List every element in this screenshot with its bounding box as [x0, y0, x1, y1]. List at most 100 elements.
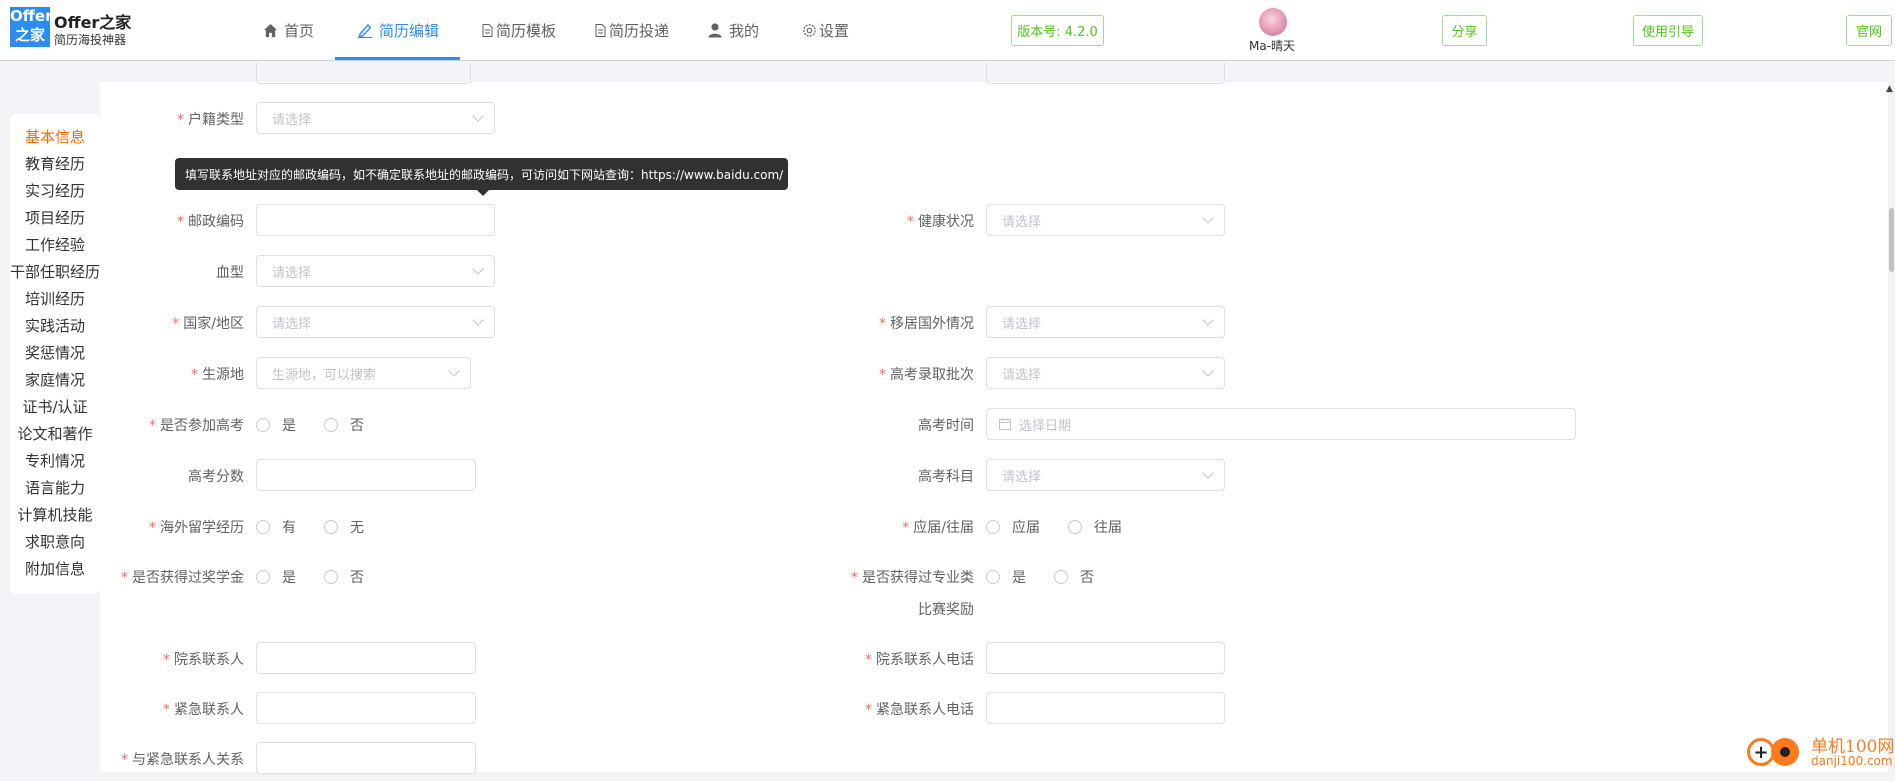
scholarship-yes-radio[interactable]: 是 — [256, 567, 296, 587]
calendar-icon — [999, 418, 1011, 430]
competition-award-no-radio[interactable]: 否 — [1054, 567, 1094, 587]
dept-contact-label: * 院系联系人 — [163, 652, 244, 668]
emergency-contact-phone-input[interactable] — [986, 692, 1225, 724]
blood-type-select[interactable]: 请选择 — [256, 255, 495, 287]
blood-type-label: 血型 — [216, 265, 244, 281]
competition-award-yes-radio[interactable]: 是 — [986, 567, 1026, 587]
hukou-type-select[interactable]: 请选择 — [256, 102, 495, 134]
avatar[interactable] — [1259, 8, 1287, 36]
chevron-down-icon — [472, 110, 484, 122]
gaokao-subject-select[interactable]: 请选择 — [986, 459, 1225, 491]
gaokao-time-label: 高考时间 — [918, 418, 974, 434]
sidebar-item-practice[interactable]: 实践活动 — [10, 315, 100, 336]
scroll-up-arrow-icon[interactable]: ▲ — [1886, 84, 1893, 94]
logo-line2: 之家 — [14, 26, 45, 44]
sidebar-item-work[interactable]: 工作经验 — [10, 234, 100, 255]
gear-icon — [801, 22, 817, 38]
chevron-down-icon — [472, 314, 484, 326]
sidebar-item-certificates[interactable]: 证书/认证 — [10, 396, 100, 417]
study-abroad-label: * 海外留学经历 — [149, 520, 244, 536]
record-icon — [1771, 738, 1799, 766]
document-icon — [594, 22, 606, 38]
sidebar-item-patents[interactable]: 专利情况 — [10, 450, 100, 471]
hukou-type-label: * 户籍类型 — [177, 112, 244, 128]
postal-code-input[interactable] — [256, 204, 495, 236]
page-scrollbar[interactable] — [1888, 82, 1895, 772]
country-label: * 国家/地区 — [172, 316, 244, 332]
app-title: Offer之家 — [54, 13, 132, 32]
emergency-contact-phone-label: * 紧急联系人电话 — [865, 702, 974, 718]
health-label: * 健康状况 — [907, 214, 974, 230]
user-icon — [707, 22, 723, 38]
partial-field-left[interactable] — [256, 62, 471, 84]
sidebar-item-project[interactable]: 项目经历 — [10, 207, 100, 228]
nav-resume-edit-label: 简历编辑 — [379, 21, 440, 40]
version-button[interactable]: 版本号: 4.2.0 — [1011, 15, 1104, 46]
watermark-url: danji100.com — [1811, 754, 1893, 768]
sidebar-item-basic-info[interactable]: 基本信息 — [10, 126, 100, 147]
emergency-relation-label: * 与紧急联系人关系 — [121, 752, 244, 768]
sidebar-item-cadre[interactable]: 干部任职经历 — [3, 261, 107, 282]
graduate-status-fresh-radio[interactable]: 应届 — [986, 517, 1040, 537]
dept-contact-phone-input[interactable] — [986, 642, 1225, 674]
competition-award-label-line2: 比赛奖励 — [918, 602, 974, 618]
nav-mine[interactable]: 我的 — [707, 18, 759, 42]
sidebar-item-education[interactable]: 教育经历 — [10, 153, 100, 174]
chevron-down-icon — [448, 365, 460, 377]
nav-resume-send-label: 简历投递 — [609, 21, 670, 40]
study-abroad-yes-radio[interactable]: 有 — [256, 517, 296, 537]
gaokao-batch-select[interactable]: 请选择 — [986, 357, 1225, 389]
logo-line1: Offer — [10, 7, 53, 25]
nav-resume-send[interactable]: 简历投递 — [594, 18, 669, 42]
nav-settings-label: 设置 — [819, 21, 850, 40]
gaokao-batch-label: * 高考录取批次 — [879, 367, 974, 383]
nav-home[interactable]: 首页 — [262, 18, 314, 42]
nav-resume-edit[interactable]: 简历编辑 — [357, 18, 439, 42]
health-select[interactable]: 请选择 — [986, 204, 1225, 236]
gaokao-joined-label: * 是否参加高考 — [149, 418, 244, 434]
scholarship-label: * 是否获得过奖学金 — [121, 570, 244, 586]
site-watermark: + 单机100网 danji100.com — [1747, 737, 1894, 768]
sidebar-item-family[interactable]: 家庭情况 — [10, 369, 100, 390]
username: Ma-晴天 — [1249, 39, 1296, 53]
gaokao-joined-yes-radio[interactable]: 是 — [256, 415, 296, 435]
origin-select[interactable]: 生源地，可以搜索 — [256, 357, 471, 389]
sidebar-item-rewards[interactable]: 奖惩情况 — [10, 342, 100, 363]
dept-contact-input[interactable] — [256, 642, 476, 674]
tooltip-arrow — [477, 190, 489, 196]
emergency-relation-input[interactable] — [256, 742, 476, 774]
emergency-contact-input[interactable] — [256, 692, 476, 724]
graduate-status-past-radio[interactable]: 往届 — [1068, 517, 1122, 537]
sidebar-item-training[interactable]: 培训经历 — [10, 288, 100, 309]
gaokao-time-datepicker[interactable]: 选择日期 — [986, 408, 1576, 440]
share-button[interactable]: 分享 — [1442, 15, 1487, 46]
app-subtitle: 简历海投神器 — [54, 33, 127, 47]
app-logo[interactable]: Offer 之家 — [10, 7, 53, 47]
partial-field-right[interactable] — [986, 62, 1225, 84]
sidebar-item-internship[interactable]: 实习经历 — [10, 180, 100, 201]
postal-code-tooltip: 填写联系地址对应的邮政编码，如不确定联系地址的邮政编码，可访问如下网站查询：ht… — [175, 158, 788, 196]
study-abroad-no-radio[interactable]: 无 — [324, 517, 364, 537]
top-header: Offer 之家 Offer之家 简历海投神器 首页 简历编辑 简历模板 简历投… — [0, 0, 1895, 61]
gaokao-score-label: 高考分数 — [188, 469, 244, 485]
nav-settings[interactable]: 设置 — [801, 18, 849, 42]
official-site-button[interactable]: 官网 — [1846, 15, 1892, 46]
origin-label: * 生源地 — [191, 367, 244, 383]
chevron-down-icon — [1202, 467, 1214, 479]
gaokao-score-input[interactable] — [256, 459, 476, 491]
guide-button[interactable]: 使用引导 — [1633, 15, 1703, 46]
chevron-down-icon — [1202, 212, 1214, 224]
nav-resume-template-label: 简历模板 — [496, 21, 557, 40]
gaokao-joined-no-radio[interactable]: 否 — [324, 415, 364, 435]
scrollbar-thumb[interactable] — [1889, 208, 1894, 272]
scholarship-no-radio[interactable]: 否 — [324, 567, 364, 587]
sidebar-item-language[interactable]: 语言能力 — [10, 477, 100, 498]
nav-mine-label: 我的 — [729, 21, 760, 40]
country-select[interactable]: 请选择 — [256, 306, 495, 338]
chevron-down-icon — [1202, 365, 1214, 377]
postal-code-label: * 邮政编码 — [177, 214, 244, 230]
abroad-select[interactable]: 请选择 — [986, 306, 1225, 338]
graduate-status-label: * 应届/往届 — [902, 520, 974, 536]
nav-resume-template[interactable]: 简历模板 — [481, 18, 556, 42]
dept-contact-phone-label: * 院系联系人电话 — [865, 652, 974, 668]
